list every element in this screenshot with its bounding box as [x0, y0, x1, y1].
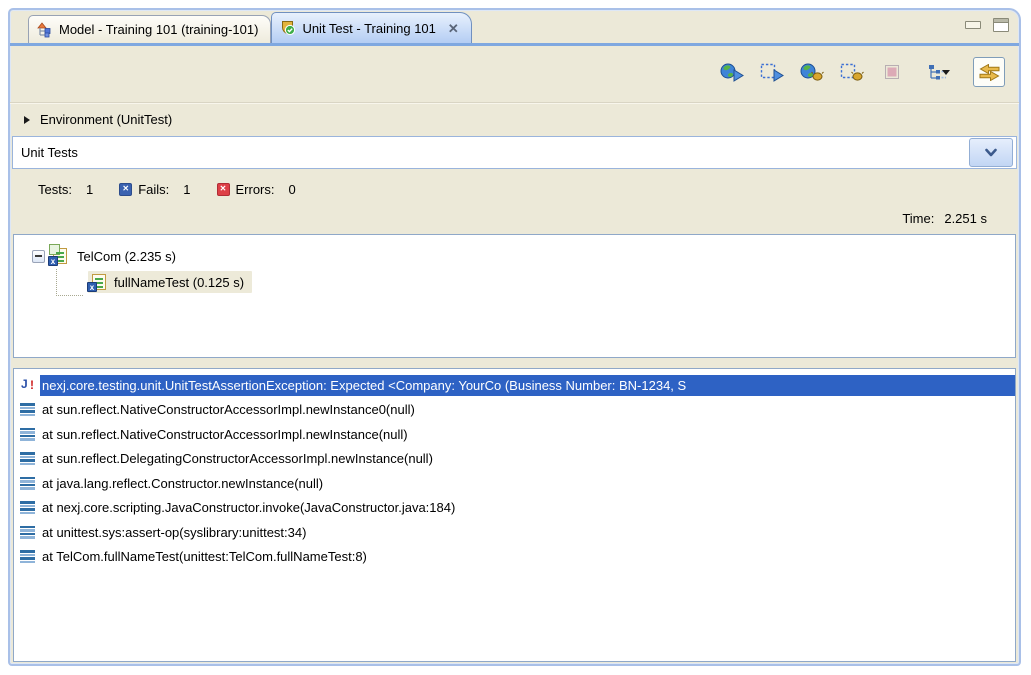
stack-frame-icon: [20, 403, 35, 416]
scope-run-icon: [760, 62, 784, 82]
stack-frame-icon: [20, 428, 35, 441]
view-toolbar: [10, 46, 1019, 98]
errors-count: 0: [289, 182, 296, 197]
time-value: 2.251 s: [944, 211, 987, 226]
stack-frame-icon: [20, 452, 35, 465]
scope-debug-icon: [840, 62, 864, 82]
trace-line[interactable]: at sun.reflect.DelegatingConstructorAcce…: [14, 447, 1015, 472]
tab-model-training-101[interactable]: Model - Training 101 (training-101): [28, 15, 271, 43]
stack-frame-icon: [20, 501, 35, 514]
environment-label: Environment (UnitTest): [40, 112, 172, 127]
test-hierarchy-menu-button[interactable]: [919, 59, 959, 85]
trace-line-text: at nexj.core.scripting.JavaConstructor.i…: [42, 500, 455, 515]
test-scope-combobox[interactable]: Unit Tests: [12, 136, 1017, 169]
test-stats-bar: Tests: 1 Fails: 1 Errors: 0: [10, 173, 1019, 205]
trace-line[interactable]: at unittest.sys:assert-op(syslibrary:uni…: [14, 520, 1015, 545]
collapse-toggle-icon[interactable]: [32, 250, 45, 263]
errors-label: Errors:: [236, 182, 275, 197]
tests-count: 1: [86, 182, 93, 197]
error-icon: [217, 183, 230, 196]
unit-test-view-frame: Model - Training 101 (training-101) Unit…: [8, 8, 1021, 666]
chevron-down-icon: [983, 147, 999, 159]
globe-debug-icon: [800, 62, 824, 82]
tree-connector-line: [56, 269, 83, 296]
fails-label: Fails:: [138, 182, 169, 197]
tab-unit-test-training-101[interactable]: Unit Test - Training 101 ✕: [271, 12, 471, 43]
trace-line-text: at sun.reflect.DelegatingConstructorAcce…: [42, 451, 433, 466]
stop-icon: [884, 64, 900, 80]
run-selected-test-button[interactable]: [759, 59, 785, 85]
model-icon: [37, 22, 53, 38]
trace-line-text: at unittest.sys:assert-op(syslibrary:uni…: [42, 525, 306, 540]
sync-with-editor-toggle[interactable]: [973, 57, 1005, 87]
collapsed-triangle-icon[interactable]: [24, 116, 30, 124]
test-case-icon: [92, 274, 106, 290]
debug-all-tests-button[interactable]: [799, 59, 825, 85]
time-label: Time:: [902, 211, 934, 226]
minimize-icon[interactable]: [965, 21, 981, 29]
elapsed-time: Time: 2.251 s: [902, 206, 987, 230]
fails-count: 1: [183, 182, 190, 197]
chevron-down-icon[interactable]: [942, 70, 950, 75]
selected-tree-item-highlight: fullNameTest (0.125 s): [88, 271, 252, 293]
trace-line-text: at TelCom.fullNameTest(unittest:TelCom.f…: [42, 549, 367, 564]
trace-line[interactable]: at TelCom.fullNameTest(unittest:TelCom.f…: [14, 545, 1015, 570]
stop-test-button-disabled: [879, 59, 905, 85]
combo-dropdown-button[interactable]: [969, 138, 1013, 167]
tab-label: Unit Test - Training 101: [302, 21, 435, 36]
fail-icon: [119, 183, 132, 196]
tree-item-telcom[interactable]: TelCom (2.235 s): [32, 243, 1015, 269]
close-tab-icon[interactable]: ✕: [448, 22, 459, 35]
stack-frame-icon: [20, 526, 35, 539]
window-controls: [965, 18, 1009, 32]
combo-selected-value: Unit Tests: [13, 145, 969, 160]
tests-label: Tests:: [38, 182, 72, 197]
failure-trace-list[interactable]: nexj.core.testing.unit.UnitTestAssertion…: [13, 368, 1016, 662]
test-result-tree[interactable]: TelCom (2.235 s) fullNameTest (0.125 s): [13, 234, 1016, 358]
test-suite-icon: [53, 248, 67, 264]
view-tab-bar: Model - Training 101 (training-101) Unit…: [10, 10, 1019, 46]
trace-line[interactable]: at sun.reflect.NativeConstructorAccessor…: [14, 422, 1015, 447]
trace-line-text: at sun.reflect.NativeConstructorAccessor…: [42, 427, 408, 442]
trace-line-exception[interactable]: nexj.core.testing.unit.UnitTestAssertion…: [14, 373, 1015, 398]
trace-line-text: at java.lang.reflect.Constructor.newInst…: [42, 476, 323, 491]
tree-item-fullnametest[interactable]: fullNameTest (0.125 s): [88, 269, 1015, 295]
trace-line-text: at sun.reflect.NativeConstructorAccessor…: [42, 402, 415, 417]
globe-run-icon: [720, 62, 744, 82]
maximize-icon[interactable]: [993, 18, 1009, 32]
tab-label: Model - Training 101 (training-101): [59, 22, 258, 37]
trace-line[interactable]: at sun.reflect.NativeConstructorAccessor…: [14, 398, 1015, 423]
stack-frame-icon: [20, 550, 35, 563]
stack-frame-icon: [20, 477, 35, 490]
trace-line[interactable]: at nexj.core.scripting.JavaConstructor.i…: [14, 496, 1015, 521]
tree-item-label: fullNameTest (0.125 s): [114, 275, 244, 290]
trace-line-text: nexj.core.testing.unit.UnitTestAssertion…: [40, 375, 1015, 396]
tree-item-label: TelCom (2.235 s): [77, 249, 176, 264]
unit-test-view-page: Model - Training 101 (training-101) Unit…: [0, 0, 1031, 675]
sync-arrows-icon: [979, 64, 1000, 81]
java-exception-icon: [20, 377, 36, 393]
debug-selected-test-button[interactable]: [839, 59, 865, 85]
environment-section-header[interactable]: Environment (UnitTest): [10, 102, 1019, 136]
run-all-tests-button[interactable]: [719, 59, 745, 85]
trace-line[interactable]: at java.lang.reflect.Constructor.newInst…: [14, 471, 1015, 496]
unit-test-shield-icon: [280, 20, 296, 36]
